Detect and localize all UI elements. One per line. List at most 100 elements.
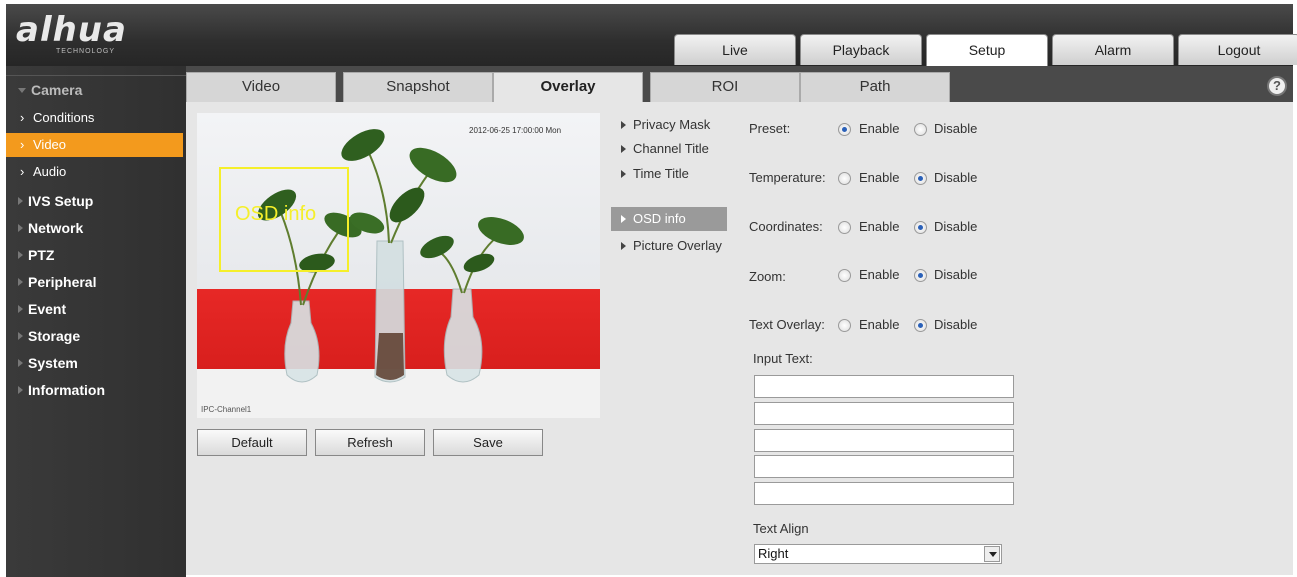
sidebar-item-information[interactable]: Information: [6, 377, 186, 403]
sidebar-item-label: Storage: [28, 328, 81, 344]
temperature-disable-label: Disable: [934, 170, 978, 185]
zoom-label: Zoom:: [749, 269, 786, 284]
input-text-field-4[interactable]: [754, 455, 1014, 478]
topnav-playback[interactable]: Playback: [800, 34, 922, 65]
chevron-right-icon: ›: [20, 110, 25, 125]
text-overlay-enable-radio[interactable]: [838, 319, 851, 332]
menu-item-picture-overlay[interactable]: Picture Overlay: [611, 234, 727, 258]
text-overlay-disable-radio[interactable]: [914, 319, 927, 332]
input-text-field-3[interactable]: [754, 429, 1014, 452]
osd-info-label: OSD info: [235, 203, 317, 225]
tab-overlay[interactable]: Overlay: [493, 72, 643, 102]
app-window: alhua TECHNOLOGY Live Playback Setup Ala…: [0, 0, 1297, 577]
coordinates-enable-radio[interactable]: [838, 221, 851, 234]
header-bar: alhua TECHNOLOGY Live Playback Setup Ala…: [6, 4, 1297, 66]
sidebar-item-event[interactable]: Event: [6, 296, 186, 322]
sidebar-item-label: Information: [28, 382, 105, 398]
sidebar-item-label: IVS Setup: [28, 193, 94, 209]
tab-roi[interactable]: ROI: [650, 72, 800, 102]
sidebar-item-camera[interactable]: Camera: [6, 77, 186, 103]
temperature-enable-radio[interactable]: [838, 172, 851, 185]
refresh-button[interactable]: Refresh: [315, 429, 425, 456]
menu-item-label: Picture Overlay: [633, 238, 722, 253]
sidebar-item-ivs-setup[interactable]: IVS Setup: [6, 188, 186, 214]
arrow-right-icon: [621, 214, 626, 223]
collapse-triangle-icon: [18, 278, 23, 287]
sidebar-divider: [6, 75, 186, 76]
coordinates-disable-radio[interactable]: [914, 221, 927, 234]
dropdown-arrow-icon[interactable]: [984, 546, 1000, 562]
text-align-select[interactable]: Right: [754, 544, 1002, 564]
chevron-right-icon: ›: [20, 137, 25, 152]
sidebar-sub-conditions[interactable]: › Conditions: [6, 106, 183, 130]
sidebar-sub-audio[interactable]: › Audio: [6, 160, 183, 184]
temperature-label: Temperature:: [749, 170, 826, 185]
collapse-triangle-icon: [18, 197, 23, 206]
topnav-setup[interactable]: Setup: [926, 34, 1048, 66]
topnav-logout[interactable]: Logout: [1178, 34, 1297, 65]
sidebar-sub-label: Video: [33, 137, 67, 152]
zoom-disable-label: Disable: [934, 267, 978, 282]
help-icon[interactable]: ?: [1267, 76, 1287, 96]
menu-item-privacy-mask[interactable]: Privacy Mask: [611, 113, 727, 137]
preset-disable-label: Disable: [934, 121, 978, 136]
sidebar-item-storage[interactable]: Storage: [6, 323, 186, 349]
input-text-field-2[interactable]: [754, 402, 1014, 425]
temperature-enable-label: Enable: [859, 170, 900, 185]
sidebar-sub-label: Conditions: [33, 110, 95, 125]
osd-time-title: 2012-06-25 17:00:00 Mon: [469, 126, 562, 135]
menu-item-time-title[interactable]: Time Title: [611, 162, 727, 186]
text-align-label: Text Align: [753, 521, 809, 536]
collapse-triangle-icon: [18, 305, 23, 314]
text-overlay-label: Text Overlay:: [749, 317, 825, 332]
topnav-live[interactable]: Live: [674, 34, 796, 65]
sidebar-sub-label: Audio: [33, 164, 67, 179]
preset-enable-radio[interactable]: [838, 123, 851, 136]
brand-subtitle: TECHNOLOGY: [56, 48, 116, 55]
input-text-field-1[interactable]: [754, 375, 1014, 398]
osd-channel-title: IPC-Channel1: [201, 405, 252, 414]
preset-disable-radio[interactable]: [914, 123, 927, 136]
arrow-right-icon: [621, 120, 626, 129]
coordinates-enable-label: Enable: [859, 219, 900, 234]
menu-item-channel-title[interactable]: Channel Title: [611, 137, 727, 161]
brand-name: alhua: [16, 10, 127, 50]
sidebar-item-peripheral[interactable]: Peripheral: [6, 269, 186, 295]
temperature-disable-radio[interactable]: [914, 172, 927, 185]
tab-path[interactable]: Path: [800, 72, 950, 102]
default-button[interactable]: Default: [197, 429, 307, 456]
input-text-field-5[interactable]: [754, 482, 1014, 505]
input-text-label: Input Text:: [753, 351, 813, 366]
sidebar-item-label: Peripheral: [28, 274, 97, 290]
video-preview: 2012-06-25 17:00:00 Mon IPC-Channel1 OSD…: [197, 113, 600, 418]
menu-item-label: Channel Title: [633, 141, 709, 156]
topnav-alarm[interactable]: Alarm: [1052, 34, 1174, 65]
collapse-triangle-icon: [18, 386, 23, 395]
arrow-right-icon: [621, 144, 626, 153]
coordinates-disable-label: Disable: [934, 219, 978, 234]
sidebar-item-system[interactable]: System: [6, 350, 186, 376]
sidebar: Camera › Conditions › Video › Audio IVS Set…: [6, 66, 186, 577]
sidebar-sub-video[interactable]: › Video: [6, 133, 183, 157]
tab-snapshot[interactable]: Snapshot: [343, 72, 493, 102]
zoom-enable-radio[interactable]: [838, 269, 851, 282]
menu-item-osd-info[interactable]: OSD info: [611, 207, 727, 231]
save-button[interactable]: Save: [433, 429, 543, 456]
menu-item-label: Privacy Mask: [633, 117, 711, 132]
sidebar-item-network[interactable]: Network: [6, 215, 186, 241]
tab-video[interactable]: Video: [186, 72, 336, 102]
text-overlay-enable-label: Enable: [859, 317, 900, 332]
tab-bar: Video Snapshot Overlay ROI Path ?: [186, 66, 1293, 102]
chevron-right-icon: ›: [20, 164, 25, 179]
collapse-triangle-icon: [18, 332, 23, 341]
sidebar-item-label: PTZ: [28, 247, 55, 263]
zoom-disable-radio[interactable]: [914, 269, 927, 282]
collapse-triangle-icon: [18, 251, 23, 260]
menu-item-label: OSD info: [633, 211, 686, 226]
sidebar-item-ptz[interactable]: PTZ: [6, 242, 186, 268]
sidebar-item-label: Network: [28, 220, 84, 236]
text-overlay-disable-label: Disable: [934, 317, 978, 332]
main-panel: Video Snapshot Overlay ROI Path ? 2012-0…: [186, 66, 1293, 575]
preset-label: Preset:: [749, 121, 791, 136]
collapse-triangle-icon: [18, 224, 23, 233]
